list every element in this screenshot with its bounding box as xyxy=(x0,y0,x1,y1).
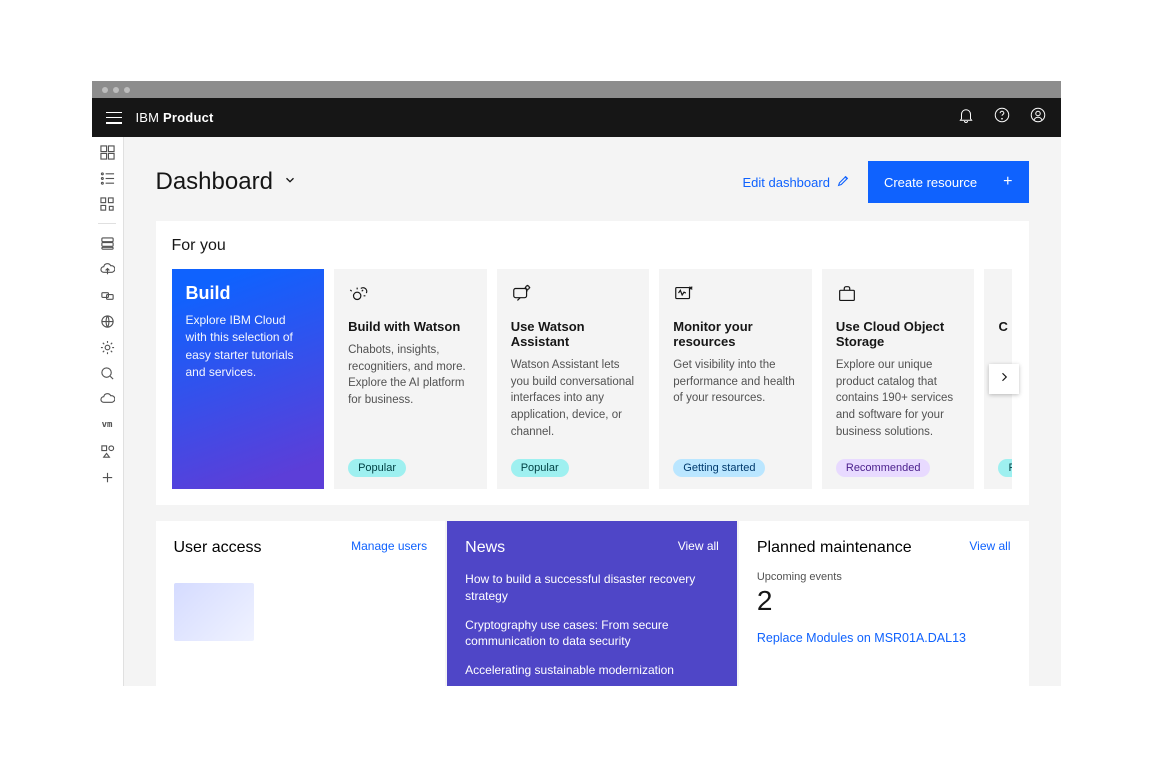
sidebar-link-icon[interactable] xyxy=(98,286,116,304)
content-area: Dashboard Edit dashboard Create resource… xyxy=(124,137,1061,686)
for-you-section: For you Build Explore IBM Cloud with thi… xyxy=(156,221,1029,505)
chevron-down-icon xyxy=(283,173,297,192)
card-monitor[interactable]: Monitor your resources Get visibility in… xyxy=(659,269,812,489)
pulse-icon xyxy=(673,283,798,305)
tag-recommended: Recommended xyxy=(836,459,931,477)
news-item[interactable]: How to build a successful disaster recov… xyxy=(465,571,719,605)
sidebar-apps-icon[interactable] xyxy=(98,195,116,213)
briefcase-icon xyxy=(836,283,961,305)
window-min-dot[interactable] xyxy=(113,87,119,93)
cards-row: Build Explore IBM Cloud with this select… xyxy=(172,269,1013,489)
card-object-storage[interactable]: Use Cloud Object Storage Explore our uni… xyxy=(822,269,975,489)
card-watson-assistant[interactable]: Use Watson Assistant Watson Assistant le… xyxy=(497,269,650,489)
manage-users-link[interactable]: Manage users xyxy=(351,539,427,553)
news-title: News xyxy=(465,539,505,557)
topbar: IBM Product xyxy=(92,98,1061,137)
maintenance-panel: Planned maintenance View all Upcoming ev… xyxy=(739,521,1029,686)
mac-titlebar xyxy=(92,81,1061,98)
sidebar-list-icon[interactable] xyxy=(98,169,116,187)
window-max-dot[interactable] xyxy=(124,87,130,93)
chat-icon xyxy=(511,283,636,305)
plus-icon: + xyxy=(1003,173,1012,191)
user-access-title: User access xyxy=(174,539,262,557)
brand-label: IBM Product xyxy=(136,110,214,125)
edit-icon xyxy=(836,174,850,191)
hamburger-menu[interactable] xyxy=(106,112,122,124)
sun-icon xyxy=(348,283,473,305)
news-view-all-link[interactable]: View all xyxy=(678,539,719,553)
sidebar-globe-icon[interactable] xyxy=(98,312,116,330)
help-icon[interactable] xyxy=(993,106,1011,129)
for-you-title: For you xyxy=(172,237,1013,255)
maintenance-title: Planned maintenance xyxy=(757,539,912,557)
news-panel: News View all How to build a successful … xyxy=(447,521,737,686)
sidebar-shapes-icon[interactable] xyxy=(98,442,116,460)
sidebar-db-icon[interactable] xyxy=(98,234,116,252)
page-title: Dashboard xyxy=(156,168,273,196)
tag-popular: Popular xyxy=(511,459,569,477)
sidebar-grid-icon[interactable] xyxy=(98,143,116,161)
sidebar-search-icon[interactable] xyxy=(98,364,116,382)
sidebar-add-icon[interactable] xyxy=(98,468,116,486)
maintenance-view-all-link[interactable]: View all xyxy=(969,539,1010,553)
sidebar-divider xyxy=(98,223,116,224)
page-title-dropdown[interactable]: Dashboard xyxy=(156,168,297,196)
user-access-illustration xyxy=(174,583,254,641)
notifications-icon[interactable] xyxy=(957,106,975,129)
tag-getting-started: Getting started xyxy=(673,459,765,477)
sidebar-cloud2-icon[interactable] xyxy=(98,390,116,408)
chevron-right-icon xyxy=(998,370,1010,388)
sidebar-gear-icon[interactable] xyxy=(98,338,116,356)
page-header: Dashboard Edit dashboard Create resource… xyxy=(124,137,1061,221)
create-resource-button[interactable]: Create resource + xyxy=(868,161,1029,203)
sidebar: vm xyxy=(92,137,124,686)
edit-dashboard-link[interactable]: Edit dashboard xyxy=(742,174,849,191)
tag-popular: Popular xyxy=(348,459,406,477)
window-close-dot[interactable] xyxy=(102,87,108,93)
card-build-watson[interactable]: Build with Watson Chabots, insights, rec… xyxy=(334,269,487,489)
sidebar-vm-icon[interactable]: vm xyxy=(98,416,116,434)
news-item[interactable]: Accelerating sustainable modernization xyxy=(465,662,719,679)
scroll-next-button[interactable] xyxy=(989,364,1019,394)
build-card[interactable]: Build Explore IBM Cloud with this select… xyxy=(172,269,325,489)
user-access-panel: User access Manage users xyxy=(156,521,446,686)
upcoming-label: Upcoming events xyxy=(757,571,1011,583)
account-icon[interactable] xyxy=(1029,106,1047,129)
maintenance-item-link[interactable]: Replace Modules on MSR01A.DAL13 xyxy=(757,631,1011,645)
upcoming-count: 2 xyxy=(757,585,1011,617)
news-item[interactable]: Cryptography use cases: From secure comm… xyxy=(465,617,719,651)
panels-row: User access Manage users News View all H… xyxy=(156,521,1029,686)
app-window: IBM Product vm xyxy=(92,81,1061,686)
sidebar-cloud-icon[interactable] xyxy=(98,260,116,278)
